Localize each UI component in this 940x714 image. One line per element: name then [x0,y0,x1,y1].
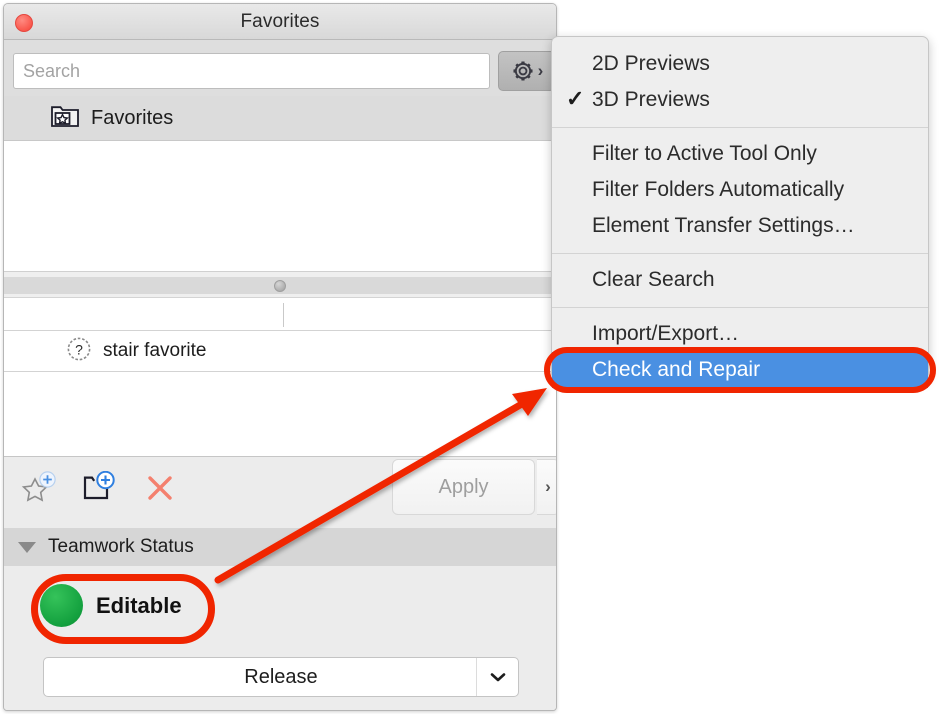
table-column-header [4,298,556,331]
table-row-label: stair favorite [103,340,207,361]
new-favorite-button[interactable] [18,470,62,510]
checkmark-icon: ✓ [566,86,585,111]
column-divider[interactable] [283,303,284,327]
search-input[interactable] [13,53,490,89]
release-dropdown-label: Release [244,665,318,688]
page-title: Favorites [240,11,320,32]
menu-item-label: Element Transfer Settings… [592,214,855,237]
teamwork-status-row: Editable [40,584,182,627]
question-mark-icon: ? [66,336,92,367]
menu-item-clear-search[interactable]: Clear Search [552,262,928,298]
delete-button[interactable] [138,470,182,510]
menu-item-filter-active-tool[interactable]: Filter to Active Tool Only [552,136,928,172]
star-plus-icon [20,470,60,510]
menu-item-label: 2D Previews [592,52,710,75]
teamwork-status-header[interactable]: Teamwork Status [4,528,556,566]
menu-separator [552,307,928,308]
release-dropdown[interactable]: Release [43,657,519,697]
screenshot-root: Favorites Search › Favorites ? stair fav… [0,0,940,714]
settings-context-menu: 2D Previews ✓ 3D Previews Filter to Acti… [544,36,936,393]
status-indicator-icon [40,584,83,627]
menu-item-element-transfer-settings[interactable]: Element Transfer Settings… [552,208,928,244]
chevron-right-icon: › [537,61,544,80]
menu-item-label: Filter Folders Automatically [592,178,845,201]
menu-separator [552,253,928,254]
gear-icon [510,58,536,84]
splitter-handle-icon[interactable] [274,280,286,292]
menu-separator [552,127,928,128]
menu-item-check-and-repair-wrap: Check and Repair [544,347,936,393]
favorites-palette: Favorites Search › Favorites ? stair fav… [3,3,557,711]
status-badge: Editable [96,592,182,618]
teamwork-status-title: Teamwork Status [48,536,194,557]
menu-item-label: Import/Export… [592,322,740,345]
menu-item-filter-folders[interactable]: Filter Folders Automatically [552,172,928,208]
menu-item-label: Check and Repair [592,358,761,381]
table-row[interactable]: ? stair favorite [4,331,556,372]
svg-text:?: ? [75,341,83,357]
folder-star-icon [50,103,80,134]
menu-item-label: Clear Search [592,268,715,291]
folder-row-favorites[interactable]: Favorites [4,96,556,140]
menu-item-label: Filter to Active Tool Only [592,142,817,165]
apply-button[interactable]: Apply [392,459,535,515]
close-x-icon [144,472,176,509]
menu-item-import-export[interactable]: Import/Export… [552,316,928,352]
new-folder-button[interactable] [76,470,120,510]
title-bar: Favorites [4,4,556,40]
favorites-list-upper[interactable] [4,140,556,271]
menu-item-3d-previews[interactable]: ✓ 3D Previews [552,82,928,118]
disclosure-triangle-icon[interactable] [18,541,36,553]
folder-row-label: Favorites [91,106,174,129]
folder-plus-icon [78,470,118,510]
chevron-down-icon[interactable] [476,658,518,696]
settings-gear-button[interactable]: › [498,51,555,91]
apply-options-button[interactable]: › [537,459,556,515]
menu-item-2d-previews[interactable]: 2D Previews [552,46,928,82]
menu-item-label: 3D Previews [592,88,710,111]
panel-splitter[interactable] [4,271,556,298]
menu-item-check-and-repair[interactable]: Check and Repair [552,352,928,388]
favorites-table: ? stair favorite [4,298,556,456]
search-row: › [4,40,556,96]
